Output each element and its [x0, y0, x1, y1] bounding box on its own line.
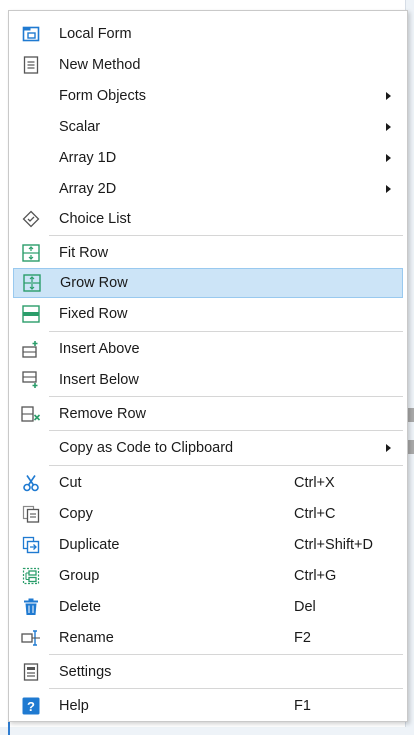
menu-item-local-form[interactable]: Local Form [13, 19, 403, 49]
shortcut-label: F2 [294, 630, 311, 646]
svg-text:?: ? [27, 699, 35, 714]
background-strip-bottom [0, 727, 414, 735]
menu-item-settings[interactable]: Settings [13, 657, 403, 687]
menu-item-label: Grow Row [60, 275, 128, 291]
menu-item-choice-list[interactable]: Choice List [13, 204, 403, 234]
submenu-arrow-icon [386, 92, 391, 100]
menu-item-array-1d[interactable]: Array 1D [13, 143, 403, 173]
menu-item-label: Cut [59, 475, 82, 491]
insert-above-icon [21, 339, 41, 359]
trash-icon [21, 597, 41, 617]
rename-icon [21, 628, 41, 648]
menu-item-label: Fit Row [59, 245, 109, 261]
menu-item-label: Array 2D [59, 181, 117, 197]
submenu-arrow-icon [386, 185, 391, 193]
menu-item-new-method[interactable]: New Method [13, 50, 403, 80]
menu-item-label: Array 1D [59, 150, 117, 166]
menu-item-insert-above[interactable]: Insert Above [13, 334, 403, 364]
menu-item-copy[interactable]: Copy Ctrl+C [13, 499, 403, 529]
menu-item-group[interactable]: Group Ctrl+G [13, 561, 403, 591]
menu-item-label: Remove Row [59, 406, 147, 422]
menu-item-help[interactable]: ? Help F1 [13, 691, 403, 721]
background-scroll-mark [408, 408, 414, 422]
local-form-icon [21, 24, 41, 44]
shortcut-label: Ctrl+X [294, 475, 335, 491]
fixed-row-icon [21, 304, 41, 324]
menu-item-label: Insert Above [59, 341, 140, 357]
shortcut-label: Ctrl+Shift+D [294, 537, 373, 553]
submenu-arrow-icon [386, 123, 391, 131]
menu-item-remove-row[interactable]: Remove Row [13, 399, 403, 429]
menu-item-label: New Method [59, 57, 141, 73]
submenu-arrow-icon [386, 154, 391, 162]
menu-item-delete[interactable]: Delete Del [13, 592, 403, 622]
menu-item-label: Copy as Code to Clipboard [59, 440, 234, 456]
menu-separator [49, 396, 403, 397]
menu-item-label: Copy [59, 506, 93, 522]
settings-icon [21, 662, 41, 682]
background-scroll-mark [408, 440, 414, 454]
menu-item-fit-row[interactable]: Fit Row [13, 238, 403, 268]
menu-separator [49, 430, 403, 431]
copy-icon [21, 504, 41, 524]
menu-item-rename[interactable]: Rename F2 [13, 623, 403, 653]
new-method-icon [21, 55, 41, 75]
duplicate-icon [21, 535, 41, 555]
menu-item-label: Delete [59, 599, 101, 615]
insert-below-icon [21, 370, 41, 390]
menu-separator [49, 235, 403, 236]
shortcut-label: Ctrl+C [294, 506, 336, 522]
menu-item-cut[interactable]: Cut Ctrl+X [13, 468, 403, 498]
menu-item-duplicate[interactable]: Duplicate Ctrl+Shift+D [13, 530, 403, 560]
menu-item-label: Form Objects [59, 88, 147, 104]
menu-item-insert-below[interactable]: Insert Below [13, 365, 403, 395]
menu-item-label: Insert Below [59, 372, 139, 388]
menu-item-grow-row[interactable]: Grow Row [13, 268, 403, 298]
menu-item-array-2d[interactable]: Array 2D [13, 174, 403, 204]
context-menu: Local Form New Method Form Objects Scala… [8, 10, 408, 722]
shortcut-label: F1 [294, 698, 311, 714]
menu-separator [49, 654, 403, 655]
menu-item-label: Local Form [59, 26, 132, 42]
grow-row-icon [22, 273, 42, 293]
menu-item-label: Fixed Row [59, 306, 128, 322]
menu-item-label: Choice List [59, 211, 131, 227]
fit-row-icon [21, 243, 41, 263]
menu-item-fixed-row[interactable]: Fixed Row [13, 299, 403, 329]
choice-list-icon [21, 209, 41, 229]
menu-item-label: Scalar [59, 119, 101, 135]
shortcut-label: Ctrl+G [294, 568, 337, 584]
menu-separator [49, 465, 403, 466]
menu-item-form-objects[interactable]: Form Objects [13, 81, 403, 111]
shortcut-label: Del [294, 599, 316, 615]
menu-item-label: Settings [59, 664, 112, 680]
menu-separator [49, 331, 403, 332]
submenu-arrow-icon [386, 444, 391, 452]
group-icon [21, 566, 41, 586]
menu-item-scalar[interactable]: Scalar [13, 112, 403, 142]
remove-row-icon [21, 404, 41, 424]
menu-item-label: Duplicate [59, 537, 120, 553]
menu-item-label: Group [59, 568, 100, 584]
menu-item-label: Rename [59, 630, 114, 646]
help-icon: ? [21, 696, 41, 716]
scissors-icon [21, 473, 41, 493]
menu-item-copy-as-code[interactable]: Copy as Code to Clipboard [13, 433, 403, 463]
menu-separator [49, 688, 403, 689]
menu-item-label: Help [59, 698, 89, 714]
